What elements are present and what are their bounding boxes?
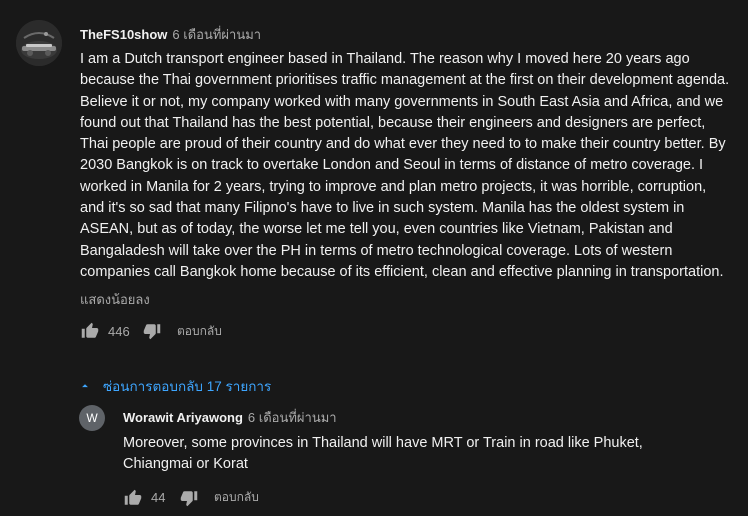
like-count: 446 [108, 323, 130, 339]
comment-author[interactable]: TheFS10show [80, 27, 167, 42]
hide-replies-button[interactable]: ซ่อนการตอบกลับ 17 รายการ [78, 375, 271, 397]
comment: TheFS10show 6 เดือนที่ผ่านมา I am a Dutc… [80, 24, 740, 343]
reply-like-count: 44 [151, 490, 166, 506]
reply-text: Moreover, some provinces in Thailand wil… [123, 435, 643, 473]
thumbs-down-icon [143, 324, 161, 340]
like-button[interactable] [80, 321, 100, 341]
thumbs-up-icon [124, 489, 142, 505]
reply-actions: 44 ตอบกลับ [123, 486, 733, 510]
reply-avatar-letter: W [86, 411, 98, 425]
reply-comment: Worawit Ariyawong 6 เดือนที่ผ่านมา Moreo… [123, 407, 733, 510]
reply-reply-button[interactable]: ตอบกลับ [214, 488, 259, 507]
comment-text: I am a Dutch transport engineer based in… [80, 51, 730, 280]
hide-replies-label: ซ่อนการตอบกลับ 17 รายการ [103, 379, 272, 394]
avatar-image [16, 20, 62, 66]
comment-actions: 446 ตอบกลับ [80, 319, 740, 343]
reply-button[interactable]: ตอบกลับ [177, 322, 222, 341]
reply-like-button[interactable] [123, 488, 143, 508]
reply-dislike-button[interactable] [179, 488, 199, 508]
chevron-up-icon [82, 384, 88, 388]
comment-time[interactable]: 6 เดือนที่ผ่านมา [172, 24, 261, 45]
dislike-button[interactable] [142, 321, 162, 341]
thumbs-up-icon [81, 323, 99, 339]
avatar[interactable] [16, 20, 62, 66]
thumbs-down-icon [180, 490, 198, 506]
reply-avatar[interactable]: W [79, 405, 105, 431]
reply-header: Worawit Ariyawong 6 เดือนที่ผ่านมา [123, 407, 733, 425]
comment-header: TheFS10show 6 เดือนที่ผ่านมา [80, 24, 740, 42]
show-less-link[interactable]: แสดงน้อยลง [80, 289, 740, 310]
reply-time[interactable]: 6 เดือนที่ผ่านมา [248, 407, 337, 428]
reply-author[interactable]: Worawit Ariyawong [123, 410, 243, 425]
comments-section: TheFS10show 6 เดือนที่ผ่านมา I am a Dutc… [0, 0, 748, 516]
